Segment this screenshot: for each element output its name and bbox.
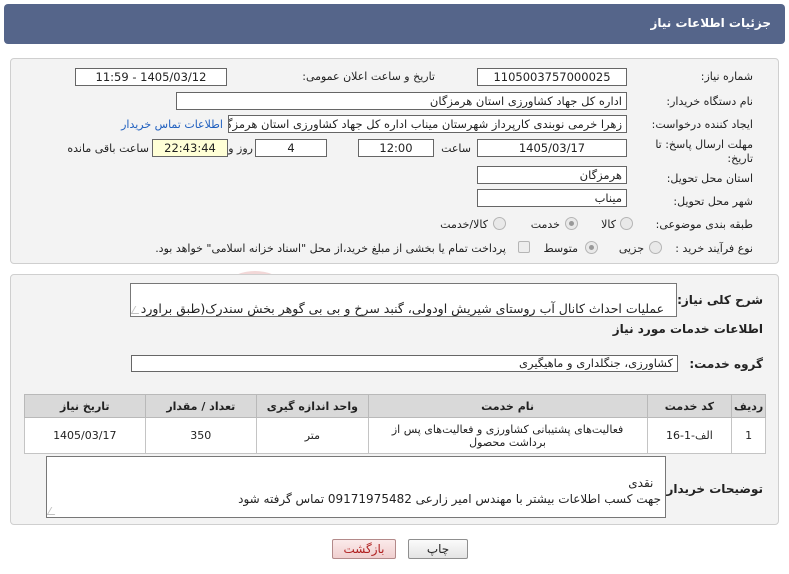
col-need-date: تاریخ نیاز: [24, 394, 146, 418]
need-number-field: 1105003757000025: [477, 68, 627, 86]
remaining-days-field: 4: [255, 139, 327, 157]
need-number-label: شماره نیاز:: [700, 70, 753, 83]
deadline-label: مهلت ارسال پاسخ: تا: [655, 138, 753, 151]
announce-date-label: تاریخ و ساعت اعلان عمومی:: [302, 70, 435, 83]
table-row: 1 الف-1-16 فعالیت‌های پشتیبانی کشاورزی و…: [24, 417, 766, 454]
process-medium-label: متوسط: [543, 242, 578, 255]
need-info-panel: [10, 58, 779, 264]
summary-textarea: عملیات احداث کانال آب روستای شیریش اودول…: [130, 283, 677, 317]
col-service-code: کد خدمت: [646, 394, 733, 418]
deadline-time-field: 12:00: [358, 139, 434, 157]
category-service-label: خدمت: [530, 218, 560, 231]
delivery-province-field: هرمزگان: [477, 166, 627, 184]
announce-date-field: 1405/03/12 - 11:59: [75, 68, 227, 86]
cell-row: 1: [731, 417, 766, 454]
process-minor-radio[interactable]: [649, 241, 662, 254]
buyer-notes-textarea: نقدی جهت کسب اطلاعات بیشتر با مهندس امیر…: [46, 456, 666, 518]
col-unit: واحد اندازه گیری: [256, 394, 369, 418]
buyer-contact-link[interactable]: اطلاعات تماس خریدار: [121, 118, 223, 131]
treasury-payment-note: پرداخت تمام یا بخشی از مبلغ خرید،از محل …: [155, 242, 506, 255]
table-header-row: ردیف کد خدمت نام خدمت واحد اندازه گیری ت…: [24, 394, 766, 418]
deadline-time-label: ساعت: [441, 142, 471, 155]
summary-text: عملیات احداث کانال آب روستای شیریش اودول…: [140, 301, 665, 316]
page-title: جزئیات اطلاعات نیاز: [650, 16, 771, 30]
cell-service-name: فعالیت‌های پشتیبانی کشاورزی و فعالیت‌های…: [367, 417, 648, 454]
col-service-name: نام خدمت: [367, 394, 648, 418]
buyer-notes-text: نقدی جهت کسب اطلاعات بیشتر با مهندس امیر…: [238, 476, 661, 506]
days-label: روز و: [228, 142, 253, 155]
cell-unit: متر: [256, 417, 369, 454]
category-label: طبقه بندی موضوعی:: [655, 218, 753, 231]
requester-label: ایجاد کننده درخواست:: [651, 118, 753, 131]
print-button[interactable]: چاپ: [408, 539, 468, 559]
cell-quantity: 350: [144, 417, 258, 454]
requester-field: زهرا خرمی نوبندی کارپرداز شهرستان میناب …: [228, 115, 627, 133]
delivery-province-label: استان محل تحویل:: [666, 172, 753, 185]
back-button[interactable]: بازگشت: [332, 539, 396, 559]
delivery-city-field: میناب: [477, 189, 627, 207]
process-medium-radio[interactable]: [585, 241, 598, 254]
deadline-date-field: 1405/03/17: [477, 139, 627, 157]
resize-grip-icon[interactable]: [47, 507, 60, 515]
category-goods-service-label: کالا/خدمت: [440, 218, 488, 231]
service-group-label: گروه خدمت:: [689, 357, 763, 371]
services-table: ردیف کد خدمت نام خدمت واحد اندازه گیری ت…: [24, 394, 766, 454]
buyer-notes-label: توضیحات خریدار:: [661, 482, 763, 496]
treasury-payment-checkbox[interactable]: [518, 241, 530, 253]
process-type-label: نوع فرآیند خرید :: [675, 242, 753, 255]
col-row: ردیف: [731, 394, 766, 418]
category-goods-label: کالا: [601, 218, 616, 231]
category-goods-service-radio[interactable]: [493, 217, 506, 230]
service-group-field: کشاورزی، جنگلداری و ماهیگیری: [131, 355, 678, 372]
cell-service-code: الف-1-16: [646, 417, 733, 454]
cell-need-date: 1405/03/17: [24, 417, 146, 454]
category-service-radio[interactable]: [565, 217, 578, 230]
remaining-time-label: ساعت باقی مانده: [67, 142, 149, 155]
delivery-city-label: شهر محل تحویل:: [673, 195, 753, 208]
buyer-org-field: اداره کل جهاد کشاورزی استان هرمزگان: [176, 92, 627, 110]
process-minor-label: جزیی: [618, 242, 644, 255]
buyer-org-label: نام دستگاه خریدار:: [666, 95, 753, 108]
col-quantity: تعداد / مقدار: [144, 394, 258, 418]
page-header: جزئیات اطلاعات نیاز: [4, 4, 785, 44]
summary-label: شرح کلی نیاز:: [677, 293, 763, 307]
remaining-time-field: 22:43:44: [152, 139, 228, 157]
deadline-label-date: تاریخ:: [727, 152, 753, 165]
category-goods-radio[interactable]: [620, 217, 633, 230]
services-heading: اطلاعات خدمات مورد نیاز: [612, 322, 763, 336]
